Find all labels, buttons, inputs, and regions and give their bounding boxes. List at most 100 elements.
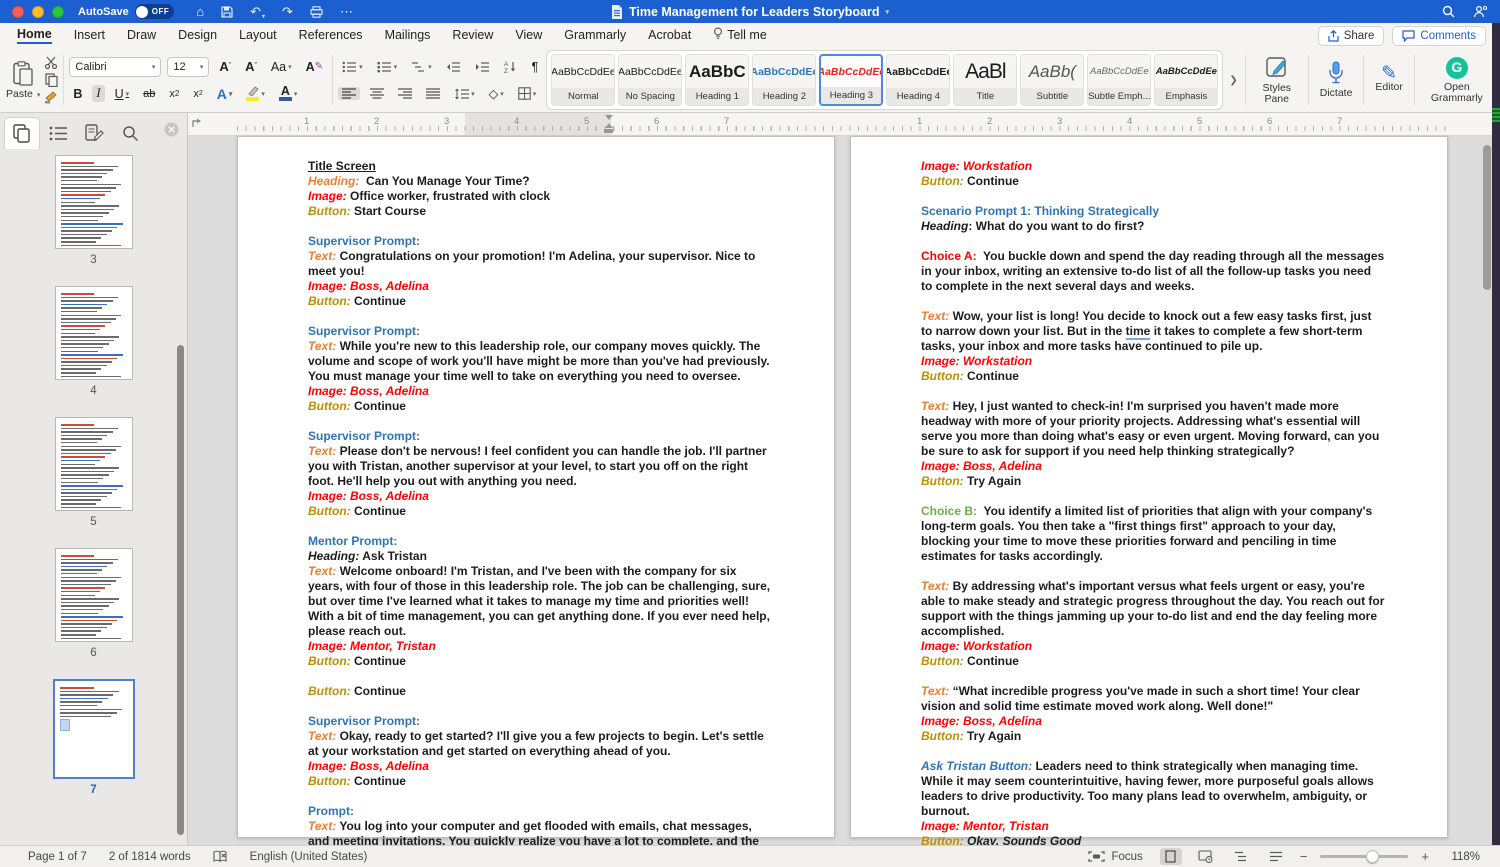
underline-button[interactable]: U▾ — [111, 86, 134, 102]
editor-button[interactable]: ✎ Editor — [1369, 68, 1408, 93]
align-right-button[interactable] — [394, 87, 416, 100]
redo-button[interactable]: ↷ — [282, 4, 293, 20]
focus-button[interactable]: Focus — [1088, 851, 1142, 863]
tab-view[interactable]: View — [504, 23, 553, 48]
proofing-status-icon[interactable] — [213, 850, 228, 863]
autosave-control[interactable]: AutoSave OFF — [78, 4, 174, 19]
font-name-select[interactable]: Calibri▾ — [69, 57, 161, 77]
page-thumbnail-5[interactable] — [55, 417, 133, 511]
zoom-slider[interactable] — [1320, 855, 1408, 858]
zoom-window-button[interactable] — [52, 6, 64, 18]
outline-view-button[interactable] — [1230, 848, 1252, 865]
style-emphasis[interactable]: AaBbCcDdEeEmphasis — [1154, 54, 1218, 106]
tab-acrobat[interactable]: Acrobat — [637, 23, 702, 48]
tab-review[interactable]: Review — [441, 23, 504, 48]
borders-button[interactable]: ▾ — [514, 86, 541, 101]
share-user-icon[interactable] — [1473, 5, 1488, 18]
style-subtitle[interactable]: AaBb(Subtitle — [1020, 54, 1084, 106]
style-heading-1[interactable]: AaBbCHeading 1 — [685, 54, 749, 106]
comments-button[interactable]: Comments — [1392, 26, 1486, 46]
language-indicator[interactable]: English (United States) — [250, 851, 368, 863]
decrease-indent-button[interactable] — [442, 60, 465, 74]
page-thumbnail-3[interactable] — [55, 155, 133, 249]
print-icon[interactable] — [310, 6, 323, 18]
document-scrollbar[interactable] — [1483, 145, 1491, 290]
find-tab[interactable] — [112, 117, 148, 149]
close-window-button[interactable] — [12, 6, 24, 18]
styles-pane-button[interactable]: Styles Pane — [1251, 56, 1303, 105]
superscript-button[interactable]: x2 — [189, 87, 206, 101]
align-left-button[interactable] — [338, 87, 360, 100]
font-size-select[interactable]: 12▾ — [167, 57, 209, 77]
zoom-out-button[interactable]: − — [1300, 849, 1308, 864]
format-painter-icon[interactable] — [44, 91, 58, 104]
word-count[interactable]: 2 of 1814 words — [109, 851, 191, 863]
more-commands-icon[interactable]: ⋯ — [340, 4, 353, 20]
tab-insert[interactable]: Insert — [63, 23, 116, 48]
title-chevron-icon[interactable]: ▾ — [886, 8, 890, 16]
tab-design[interactable]: Design — [167, 23, 228, 48]
print-layout-view-button[interactable] — [1160, 848, 1182, 865]
copy-icon[interactable] — [45, 73, 58, 87]
style-no-spacing[interactable]: AaBbCcDdEeNo Spacing — [618, 54, 682, 106]
review-tab[interactable] — [76, 117, 112, 149]
tab-home[interactable]: Home — [6, 23, 63, 48]
change-case-button[interactable]: Aa▾ — [267, 59, 296, 75]
align-center-button[interactable] — [366, 87, 388, 100]
justify-button[interactable] — [422, 87, 444, 100]
shading-button[interactable]: ◇▾ — [485, 85, 508, 102]
open-grammarly-button[interactable]: G Open Grammarly — [1420, 57, 1494, 104]
tab-references[interactable]: References — [288, 23, 374, 48]
gallery-expand-icon[interactable]: ❯ — [1227, 75, 1239, 86]
minimize-window-button[interactable] — [32, 6, 44, 18]
shrink-font-button[interactable]: Aˇ — [241, 58, 261, 75]
sort-button[interactable]: AZ — [500, 59, 522, 74]
cut-icon[interactable] — [44, 56, 58, 69]
style-heading-2[interactable]: AaBbCcDdEeHeading 2 — [752, 54, 816, 106]
draft-view-button[interactable] — [1265, 848, 1287, 865]
style-normal[interactable]: AaBbCcDdEeNormal — [551, 54, 615, 106]
zoom-slider-thumb[interactable] — [1366, 850, 1379, 863]
italic-button[interactable]: I — [92, 85, 104, 102]
save-icon[interactable] — [221, 6, 233, 18]
numbering-button[interactable]: ▾ — [373, 60, 402, 74]
paste-button[interactable]: Paste▾ — [6, 61, 40, 100]
strikethrough-button[interactable]: ab — [139, 87, 159, 101]
tab-tell-me[interactable]: Tell me — [702, 23, 778, 48]
tab-mailings[interactable]: Mailings — [374, 23, 442, 48]
web-layout-view-button[interactable] — [1195, 848, 1217, 865]
tab-selector-icon[interactable] — [191, 116, 203, 134]
page-thumbnail-6[interactable] — [55, 548, 133, 642]
zoom-in-button[interactable]: + — [1421, 849, 1429, 864]
undo-button[interactable]: ↶▾ — [250, 4, 265, 20]
style-heading-4[interactable]: AaBbCcDdEeHeading 4 — [886, 54, 950, 106]
autosave-toggle[interactable]: OFF — [135, 4, 175, 19]
tab-grammarly[interactable]: Grammarly — [553, 23, 637, 48]
page-thumbnail-7[interactable] — [53, 679, 135, 779]
line-spacing-button[interactable]: ▾ — [450, 87, 479, 101]
document-title-area[interactable]: Time Management for Leaders Storyboard ▾ — [611, 5, 889, 19]
multilevel-list-button[interactable]: ▾ — [407, 60, 436, 74]
show-paragraph-marks-button[interactable]: ¶ — [528, 59, 543, 75]
dictate-button[interactable]: Dictate — [1314, 61, 1359, 99]
style-heading-3[interactable]: AaBbCcDdEeHeading 3 — [819, 54, 883, 106]
style-subtle-emph-[interactable]: AaBbCcDdEeSubtle Emph... — [1087, 54, 1151, 106]
page-thumbnail-4[interactable] — [55, 286, 133, 380]
bullets-button[interactable]: ▾ — [338, 60, 367, 74]
style-title[interactable]: AaBlTitle — [953, 54, 1017, 106]
page-indicator[interactable]: Page 1 of 7 — [28, 851, 87, 863]
tab-layout[interactable]: Layout — [228, 23, 288, 48]
indent-markers[interactable] — [604, 115, 613, 134]
font-color-button[interactable]: A▾ — [275, 85, 302, 102]
search-icon[interactable] — [1442, 5, 1455, 18]
increase-indent-button[interactable] — [471, 60, 494, 74]
close-sidebar-icon[interactable] — [164, 122, 179, 142]
clear-formatting-button[interactable]: A✎ — [302, 59, 327, 75]
home-icon[interactable]: ⌂ — [196, 4, 204, 19]
headings-tab[interactable] — [40, 117, 76, 149]
subscript-button[interactable]: x2 — [165, 87, 183, 101]
grow-font-button[interactable]: Aˆ — [215, 58, 235, 75]
thumbnails-tab[interactable] — [4, 117, 40, 149]
highlight-button[interactable]: ▾ — [242, 85, 269, 102]
text-effects-button[interactable]: A▾ — [213, 85, 237, 103]
